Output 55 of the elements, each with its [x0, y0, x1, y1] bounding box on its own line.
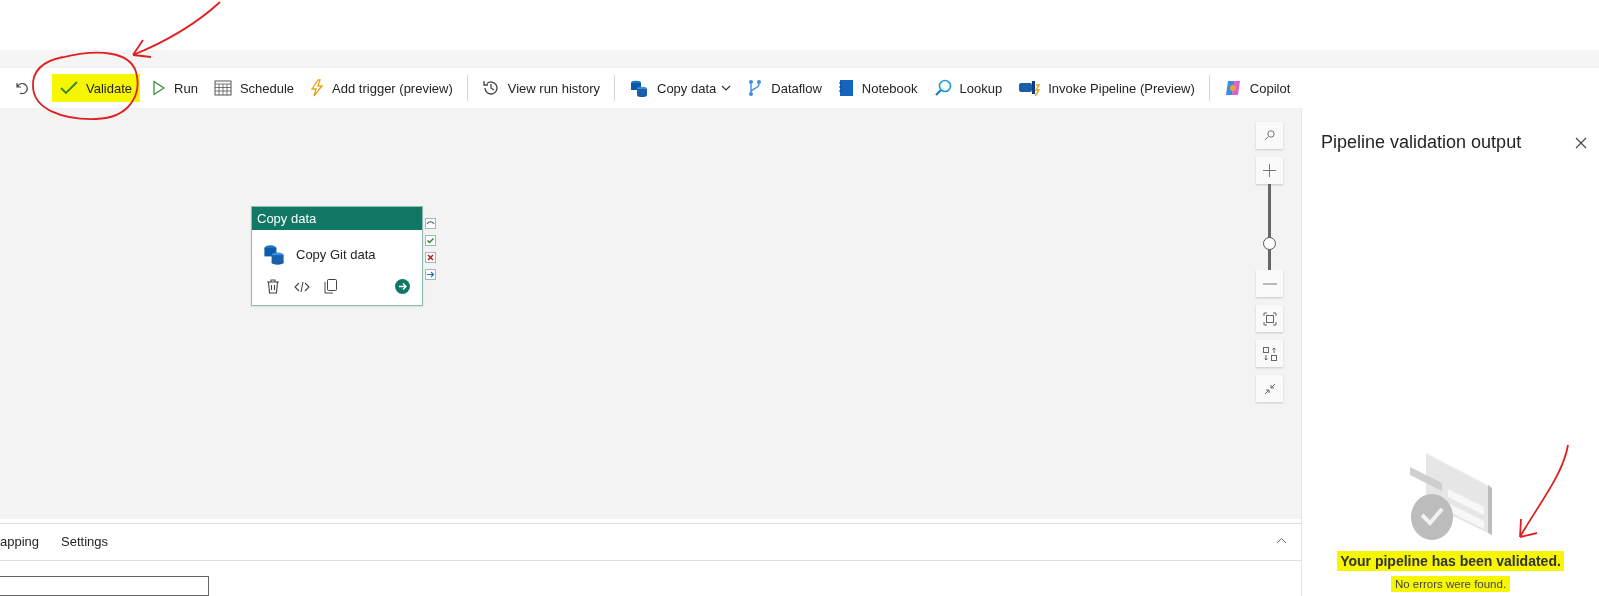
activity-type: Copy data [252, 207, 422, 230]
fail-icon[interactable] [425, 252, 436, 263]
toolbar-button[interactable]: Lookup [925, 74, 1011, 102]
pipeline-icon [1018, 79, 1041, 97]
database-icon [262, 242, 286, 266]
toolbar-button[interactable]: Invoke Pipeline (Preview) [1010, 74, 1203, 102]
toolbar-button[interactable]: Notebook [829, 74, 926, 102]
arrow-right-icon[interactable] [425, 269, 436, 280]
toolbar-button[interactable]: View run history [473, 74, 608, 102]
database-icon [629, 79, 649, 97]
plus-icon [1263, 164, 1276, 177]
minus-icon [1262, 282, 1277, 285]
dropdown-button[interactable]: Copy data [621, 74, 740, 102]
input-field[interactable] [0, 576, 209, 596]
toolbar-button[interactable]: Run [144, 74, 206, 102]
lightning-icon [310, 79, 325, 97]
chevron-up-icon[interactable] [1276, 537, 1287, 544]
close-button[interactable] [1575, 136, 1587, 149]
panel-title: Pipeline validation output [1321, 132, 1522, 153]
activity-node[interactable]: Copy data Copy Git data [251, 206, 423, 306]
success-message: Your pipeline has been validated. [1337, 551, 1564, 571]
branch-icon [747, 79, 764, 97]
toolbar-button[interactable]: Dataflow [739, 74, 830, 102]
zoom-in-button[interactable] [1256, 157, 1283, 184]
auto-layout-button[interactable] [1256, 340, 1283, 367]
copy-icon[interactable] [324, 279, 337, 294]
history-icon [481, 79, 500, 97]
search-icon [933, 79, 952, 97]
fit-view-button[interactable] [1256, 305, 1283, 332]
search-icon [1264, 130, 1275, 141]
slider-thumb[interactable] [1263, 237, 1276, 251]
undo-icon[interactable] [14, 80, 30, 96]
toolbar-button[interactable]: Copilot [1215, 74, 1299, 102]
collapse-icon [1263, 382, 1276, 395]
toolbar-button[interactable]: Schedule [205, 74, 303, 102]
close-icon [1575, 136, 1587, 149]
arrow-circle-icon[interactable] [395, 279, 410, 294]
calendar-icon [213, 80, 232, 96]
fit-icon [1262, 311, 1277, 326]
success-icon[interactable] [425, 235, 436, 246]
tab[interactable]: Settings [61, 533, 109, 551]
trash-icon[interactable] [266, 279, 280, 294]
layout-icon [1262, 346, 1277, 361]
copilot-icon [1223, 79, 1242, 97]
tab[interactable]: apping [0, 533, 40, 551]
checkmark-icon [60, 80, 78, 96]
success-detail: No errors were found. [1390, 576, 1511, 592]
skip-icon[interactable] [425, 218, 436, 229]
notebook-icon [837, 79, 854, 97]
toolbar-button[interactable]: Validate [52, 74, 140, 102]
chevron-down-icon [721, 85, 732, 91]
code-icon[interactable] [294, 280, 310, 293]
toolbar-button[interactable]: Add trigger (preview) [302, 74, 461, 102]
play-icon [152, 80, 166, 96]
activity-name: Copy Git data [296, 246, 376, 262]
